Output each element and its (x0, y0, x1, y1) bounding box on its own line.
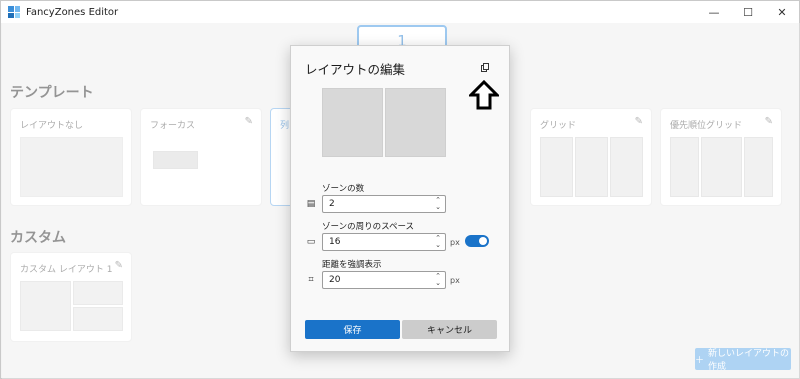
zone-layout-preview (322, 88, 446, 157)
spin-arrows-icon[interactable]: ⌃ ⌄ (435, 273, 441, 287)
highlight-distance-label: 距離を強調表示 (322, 260, 382, 270)
zone-2 (385, 88, 446, 157)
zone-1 (322, 88, 383, 157)
spacing-toggle[interactable] (465, 235, 489, 247)
highlight-distance-icon: ⌗ (308, 275, 314, 285)
highlight-distance-unit: px (450, 276, 460, 285)
title-bar: FancyZones Editor — ☐ ✕ (1, 1, 799, 23)
edit-layout-dialog: レイアウトの編集 ゾーンの数 ▤ 2 ⌃ ⌄ ゾーンの周りのスペース ▭ 16 ⌃… (290, 45, 510, 352)
zone-count-input[interactable]: 2 ⌃ ⌄ (322, 195, 446, 213)
up-arrow-annotation-icon (469, 80, 499, 110)
zone-count-value: 2 (329, 199, 335, 209)
spacing-unit: px (450, 238, 460, 247)
window-title: FancyZones Editor (26, 6, 119, 18)
spacing-input[interactable]: 16 ⌃ ⌄ (322, 233, 446, 251)
minimize-button[interactable]: — (697, 1, 731, 23)
fancyzones-app-icon (8, 6, 20, 18)
duplicate-icon[interactable] (481, 63, 490, 72)
highlight-distance-value: 20 (329, 275, 341, 285)
spacing-icon: ▭ (306, 237, 316, 247)
spin-arrows-icon[interactable]: ⌃ ⌄ (435, 197, 441, 211)
cancel-button[interactable]: キャンセル (402, 320, 497, 339)
zone-count-label: ゾーンの数 (322, 184, 365, 194)
save-button[interactable]: 保存 (305, 320, 400, 339)
spacing-label: ゾーンの周りのスペース (322, 222, 415, 232)
maximize-button[interactable]: ☐ (731, 1, 765, 23)
dialog-title: レイアウトの編集 (305, 62, 406, 77)
spacing-value: 16 (329, 237, 341, 247)
close-button[interactable]: ✕ (765, 1, 799, 23)
spin-arrows-icon[interactable]: ⌃ ⌄ (435, 235, 441, 249)
highlight-distance-input[interactable]: 20 ⌃ ⌄ (322, 271, 446, 289)
zone-count-icon: ▤ (306, 199, 316, 209)
